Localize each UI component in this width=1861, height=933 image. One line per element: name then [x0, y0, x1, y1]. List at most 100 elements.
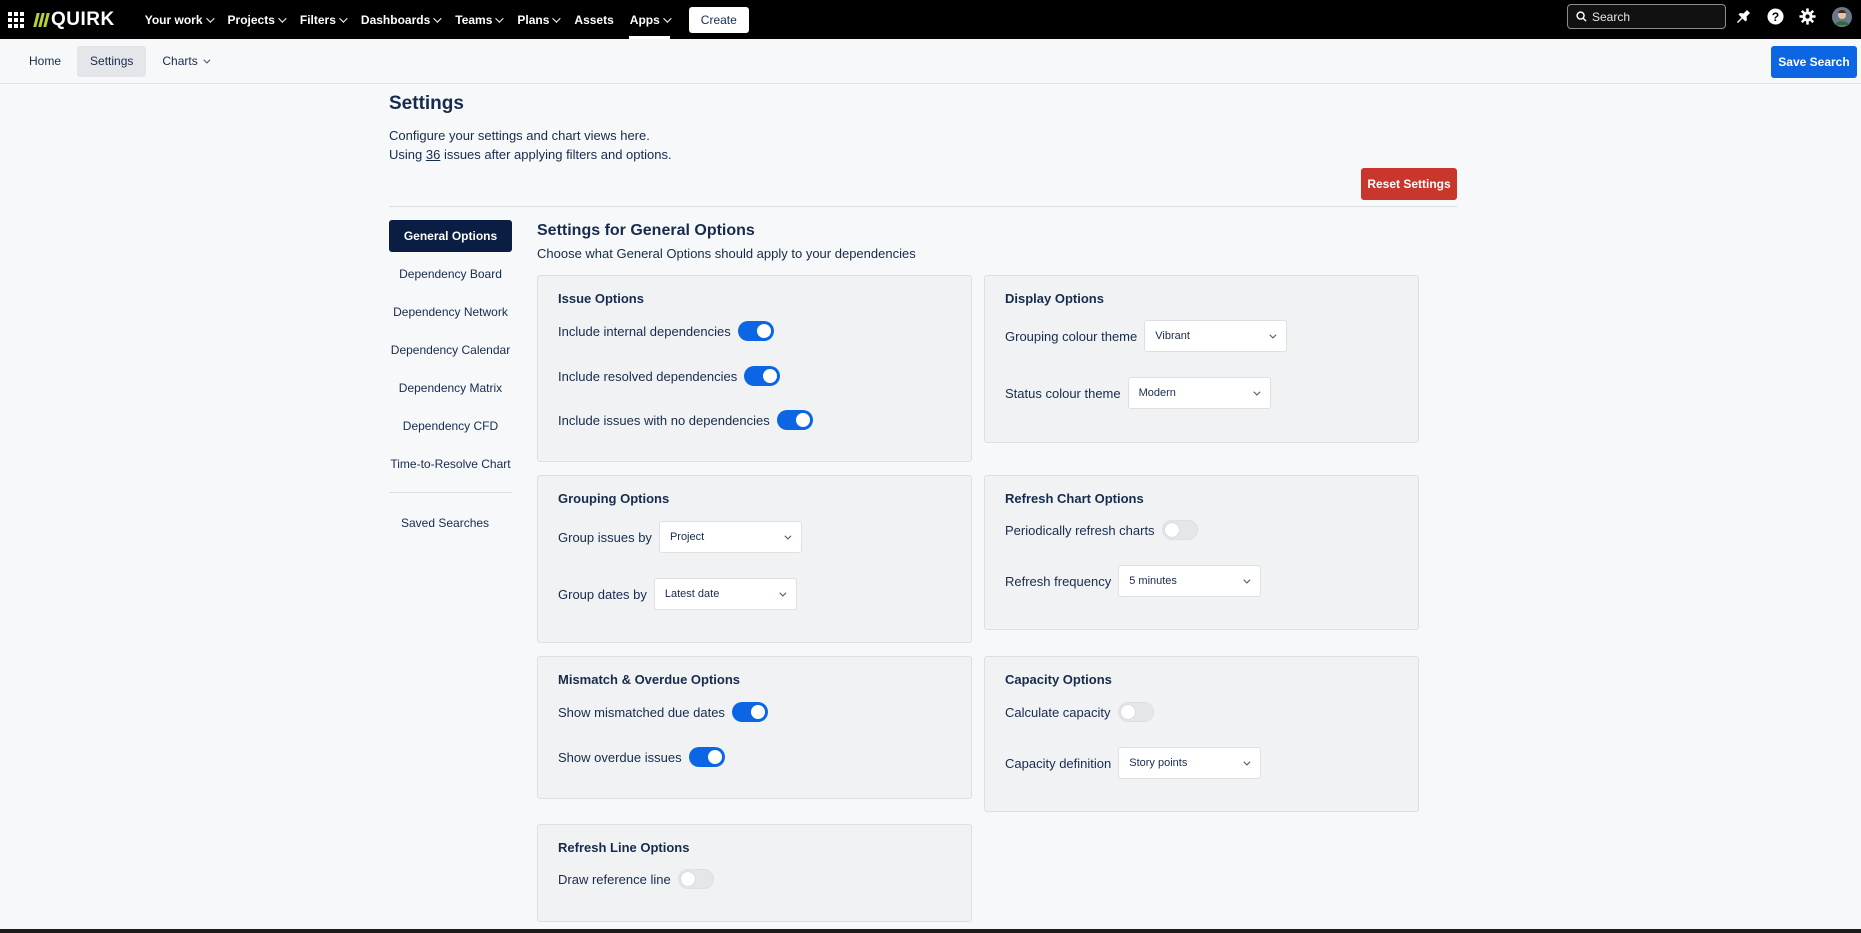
nav-assets[interactable]: Assets: [566, 0, 621, 39]
product-logo[interactable]: QUIRK: [33, 9, 115, 31]
status-colour-select[interactable]: Modern: [1127, 377, 1271, 409]
toggle-knob: [707, 750, 722, 764]
select-value: Vibrant: [1155, 330, 1190, 342]
avatar-icon: [1832, 6, 1852, 27]
card-title: Grouping Options: [558, 491, 670, 506]
calculate-capacity-toggle[interactable]: [1117, 702, 1154, 722]
include-internal-toggle[interactable]: [737, 321, 774, 341]
card-title: Refresh Line Options: [558, 840, 690, 855]
toggle-knob: [763, 369, 778, 383]
issue-options-card: Issue Options Include internal dependenc…: [537, 275, 972, 462]
notifications-button[interactable]: [1735, 0, 1751, 33]
chevron-down-icon: [203, 56, 211, 64]
app-switcher-icon[interactable]: [8, 11, 24, 28]
chevron-down-icon: [205, 13, 215, 23]
menu-dependency-board[interactable]: Dependency Board: [389, 258, 512, 290]
toggle-knob: [1120, 705, 1135, 719]
search-icon: [1576, 11, 1587, 22]
nav-teams[interactable]: Teams: [447, 0, 509, 39]
nav-filters[interactable]: Filters: [292, 0, 353, 39]
app-sub-navigation: Home Settings Charts Save Search: [0, 39, 1861, 84]
tab-label: Charts: [162, 54, 198, 68]
reset-settings-button[interactable]: Reset Settings: [1361, 168, 1457, 200]
menu-general-options[interactable]: General Options: [389, 220, 512, 252]
nav-plans[interactable]: Plans: [509, 0, 566, 39]
reference-line-toggle[interactable]: [677, 869, 714, 889]
select-value: Project: [669, 531, 705, 543]
chevron-down-icon: [1253, 388, 1261, 396]
logo-mark-icon: [33, 12, 50, 27]
refresh-chart-options-card: Refresh Chart Options Periodically refre…: [984, 475, 1419, 630]
include-resolved-toggle[interactable]: [744, 366, 781, 386]
nav-label: Assets: [574, 12, 614, 27]
nav-projects[interactable]: Projects: [220, 0, 292, 39]
notifications-icon: [1737, 9, 1750, 23]
page-description-line1: Configure your settings and chart views …: [389, 128, 650, 143]
chevron-down-icon: [278, 13, 287, 23]
mismatched-dates-toggle[interactable]: [731, 702, 768, 722]
nav-label: Apps: [629, 12, 660, 27]
refresh-frequency-select[interactable]: 5 minutes: [1118, 565, 1262, 597]
chevron-down-icon: [784, 532, 792, 540]
settings-button[interactable]: [1799, 0, 1816, 33]
user-avatar[interactable]: [1832, 0, 1852, 33]
tab-charts[interactable]: Charts: [149, 46, 220, 77]
nav-dashboards[interactable]: Dashboards: [353, 0, 447, 39]
chevron-down-icon: [1269, 331, 1277, 339]
overdue-issues-row: Show overdue issues: [558, 747, 725, 767]
periodic-refresh-row: Periodically refresh charts: [1005, 520, 1198, 540]
select-value: Modern: [1138, 387, 1176, 399]
chevron-down-icon: [552, 13, 562, 23]
settings-gear-icon: [1799, 8, 1816, 25]
capacity-definition-select[interactable]: Story points: [1118, 747, 1262, 779]
tab-home[interactable]: Home: [16, 46, 74, 77]
menu-time-to-resolve-chart[interactable]: Time-to-Resolve Chart: [389, 448, 512, 480]
desc-suffix: issues after applying filters and option…: [440, 147, 672, 162]
mismatched-dates-row: Show mismatched due dates: [558, 702, 768, 722]
chevron-down-icon: [433, 13, 442, 23]
menu-dependency-matrix[interactable]: Dependency Matrix: [389, 372, 512, 404]
setting-label: Show mismatched due dates: [558, 704, 725, 720]
bottom-edge: [0, 929, 1861, 933]
overdue-issues-toggle[interactable]: [688, 747, 725, 767]
nav-label: Projects: [227, 12, 275, 27]
select-value: 5 minutes: [1129, 575, 1177, 587]
menu-dependency-network[interactable]: Dependency Network: [389, 296, 512, 328]
card-title: Display Options: [1005, 291, 1104, 306]
setting-label: Group issues by: [558, 529, 652, 545]
setting-label: Show overdue issues: [558, 749, 682, 765]
grouping-options-card: Grouping Options Group issues by Project…: [537, 475, 972, 643]
help-button[interactable]: ?: [1767, 0, 1784, 33]
group-issues-select[interactable]: Project: [658, 521, 802, 553]
include-no-deps-toggle[interactable]: [776, 410, 813, 430]
primary-nav: Your work Projects Filters Dashboards Te…: [137, 0, 677, 39]
section-divider: [389, 206, 1457, 207]
card-title: Mismatch & Overdue Options: [558, 672, 741, 687]
chevron-down-icon: [1243, 576, 1251, 584]
chevron-down-icon: [339, 13, 348, 23]
periodic-refresh-toggle[interactable]: [1161, 520, 1198, 540]
select-value: Latest date: [664, 588, 720, 600]
search-input[interactable]: [1592, 9, 1722, 24]
page-title: Settings: [389, 93, 464, 114]
create-button[interactable]: Create: [688, 6, 749, 33]
grouping-colour-select[interactable]: Vibrant: [1144, 320, 1288, 352]
nav-apps[interactable]: Apps: [622, 0, 677, 39]
chevron-down-icon: [779, 589, 787, 597]
include-resolved-row: Include resolved dependencies: [558, 366, 781, 386]
menu-saved-searches[interactable]: Saved Searches: [389, 507, 512, 539]
setting-label: Status colour theme: [1005, 385, 1121, 401]
reference-line-row: Draw reference line: [558, 869, 714, 889]
save-search-button[interactable]: Save Search: [1771, 46, 1857, 78]
nav-label: Plans: [517, 12, 550, 27]
menu-dependency-cfd[interactable]: Dependency CFD: [389, 410, 512, 442]
global-search[interactable]: [1567, 4, 1726, 29]
tab-settings[interactable]: Settings: [77, 45, 147, 77]
card-title: Refresh Chart Options: [1005, 491, 1144, 506]
group-dates-select[interactable]: Latest date: [653, 578, 797, 610]
menu-dependency-calendar[interactable]: Dependency Calendar: [389, 334, 512, 366]
nav-your-work[interactable]: Your work: [137, 0, 220, 39]
chevron-down-icon: [1243, 758, 1251, 766]
toggle-knob: [756, 324, 771, 338]
settings-side-menu: General Options Dependency Board Depende…: [389, 220, 512, 545]
